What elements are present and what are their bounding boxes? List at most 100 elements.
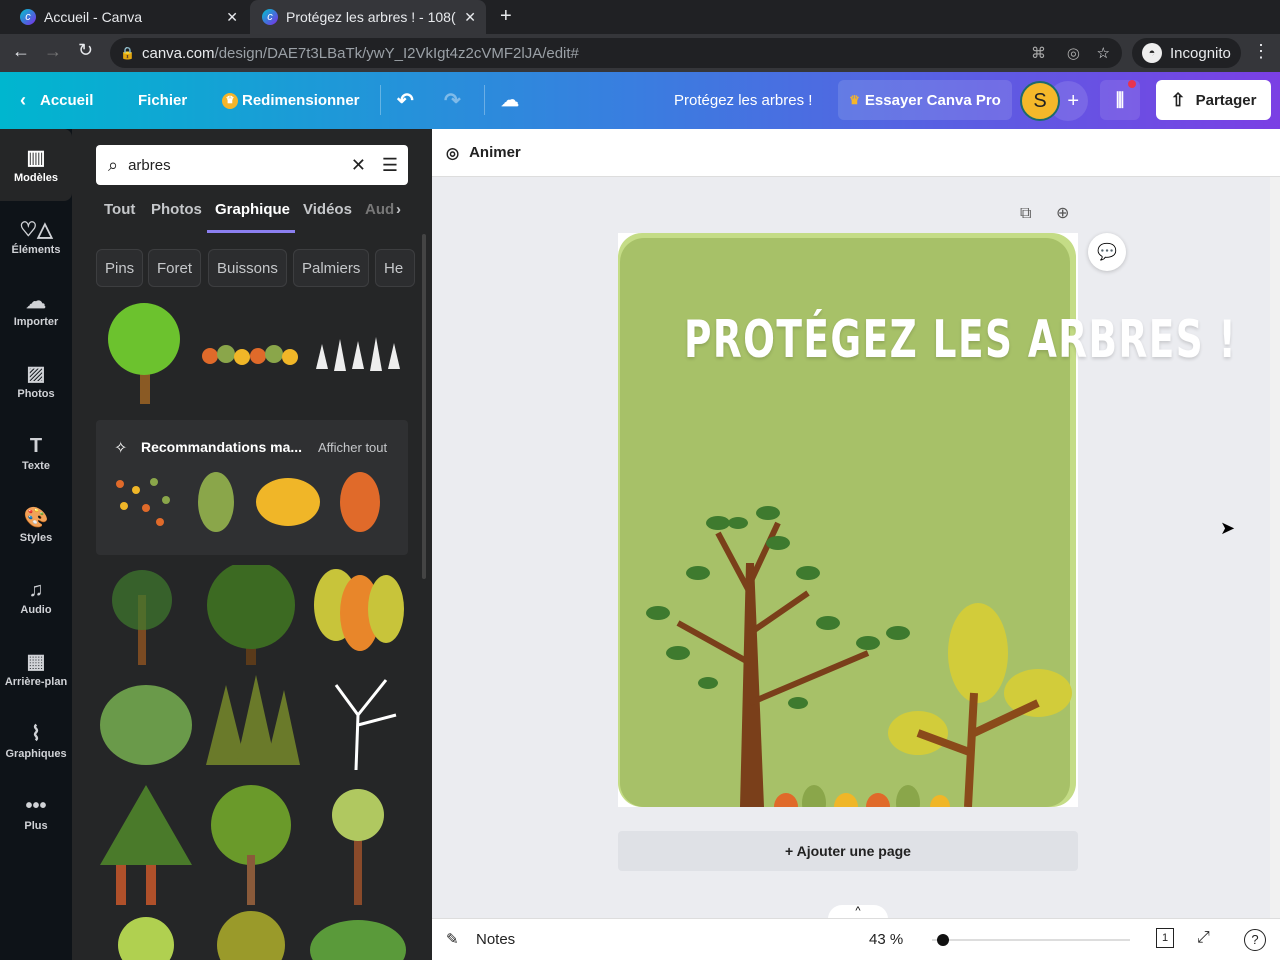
design-page[interactable]: PROTÉGEZ LES ARBRES ! <box>618 233 1236 821</box>
yellow-leaf-graphic <box>256 478 320 526</box>
filter-icon[interactable]: ☰ <box>382 155 398 176</box>
resize-button[interactable]: ♛ Redimensionner <box>222 72 360 129</box>
search-input[interactable]: ⌕ arbres ✕ ☰ <box>96 145 408 185</box>
rail-item-7[interactable]: ▦ Arrière-plan <box>0 633 72 705</box>
new-tab-icon[interactable]: + <box>500 5 512 28</box>
divider <box>380 85 381 115</box>
rail-label: Importer <box>13 315 59 328</box>
show-all-link[interactable]: Afficher tout <box>318 440 387 455</box>
rail-item-3[interactable]: ▨ Photos <box>0 345 72 417</box>
rail-item-1[interactable]: ♡△ Éléments <box>0 201 72 273</box>
fullscreen-icon[interactable]: ⤢ <box>1197 929 1210 947</box>
tab-photos[interactable]: Photos <box>151 201 202 218</box>
document-title[interactable]: Protégez les arbres ! <box>674 72 812 129</box>
clear-icon[interactable]: ✕ <box>351 155 366 176</box>
graphics-row-1[interactable] <box>96 299 408 409</box>
reco-title: Recommandations ma... <box>141 439 303 455</box>
incognito-badge[interactable]: ◓ Incognito <box>1132 38 1241 68</box>
graphics-grid[interactable] <box>96 565 408 960</box>
zoom-slider-handle[interactable] <box>937 934 949 946</box>
rail-item-9[interactable]: ••• Plus <box>0 777 72 849</box>
tab-title: Accueil - Canva <box>44 9 143 25</box>
browser-tab-bar: c Accueil - Canva ✕ c Protégez les arbres !… <box>0 0 1280 34</box>
comment-icon[interactable]: 💬 <box>1088 233 1126 271</box>
autumn-trees-graphic[interactable] <box>202 345 298 365</box>
recommendations-section: ✧ Recommandations ma... Afficher tout <box>96 420 408 555</box>
redo-icon[interactable]: ↷ <box>444 72 461 129</box>
try-pro-button[interactable]: ♛ Essayer Canva Pro <box>838 80 1012 120</box>
rail-item-8[interactable]: ⌇ Graphiques <box>0 705 72 777</box>
reco-graphics[interactable] <box>106 470 396 540</box>
side-rail: ▥ Modèles ♡△ Éléments ☁ Importer ▨ Photos T Texte… <box>0 129 72 960</box>
add-page-button[interactable]: + Ajouter une page <box>618 831 1078 871</box>
pine-forest-graphic[interactable] <box>316 337 400 371</box>
chip-foret[interactable]: Foret <box>148 249 202 287</box>
zoom-level[interactable]: 43 % <box>869 931 903 948</box>
oak-tree-graphic <box>207 565 295 665</box>
url-input[interactable]: 🔒 canva.com/design/DAE7t3LBaTk/ywY_I2VkIg… <box>110 38 1122 68</box>
panel-scrollbar[interactable] <box>422 234 426 579</box>
page-count[interactable]: 1 <box>1156 928 1174 948</box>
help-icon[interactable]: ? <box>1244 929 1266 951</box>
reload-icon[interactable]: ↻ <box>78 40 93 61</box>
tab-videos[interactable]: Vidéos <box>303 201 352 218</box>
rail-icon: T <box>29 434 43 457</box>
profile-label: Incognito <box>1170 44 1231 62</box>
tall-tree-graphic <box>332 789 384 905</box>
translate-icon[interactable]: ⌘ <box>1031 44 1046 62</box>
duplicate-page-icon[interactable]: ⧉ <box>1020 205 1031 223</box>
pine-trees-graphic <box>206 675 300 765</box>
canva-favicon-icon: c <box>262 9 278 25</box>
rail-label: Arrière-plan <box>4 675 68 688</box>
chip-pins[interactable]: Pins <box>96 249 144 287</box>
undo-icon[interactable]: ↶ <box>397 72 414 129</box>
animate-button[interactable]: Animer <box>469 144 521 161</box>
analytics-icon[interactable]: ⫼ <box>1100 80 1140 120</box>
cloud-saved-icon[interactable]: ☁ <box>501 72 519 129</box>
rail-item-0[interactable]: ▥ Modèles <box>0 129 72 201</box>
chip-buissons[interactable]: Buissons <box>208 249 287 287</box>
rail-label: Plus <box>24 819 48 832</box>
tracking-icon[interactable]: ◎ <box>1067 44 1080 62</box>
tab-design[interactable]: c Protégez les arbres ! - 108(✕ <box>250 0 486 34</box>
vertical-scrollbar[interactable] <box>1270 177 1280 918</box>
chip-palmiers[interactable]: Palmiers <box>293 249 370 287</box>
chevron-left-icon: ‹ <box>20 90 26 110</box>
crown-icon: ♛ <box>222 92 238 109</box>
animate-toolbar: ◎ Animer <box>432 129 1280 177</box>
add-page-icon[interactable]: ⊕ <box>1056 203 1069 223</box>
close-tab-icon[interactable]: ✕ <box>226 9 238 26</box>
chip-more[interactable]: He <box>375 249 415 287</box>
more-trees-graphic <box>118 911 406 960</box>
rail-icon: ▦ <box>26 650 46 673</box>
share-button[interactable]: ⇧ Partager <box>1156 80 1271 120</box>
design-title-text[interactable]: PROTÉGEZ LES ARBRES ! <box>684 303 1236 377</box>
menu-icon[interactable]: ⋮ <box>1252 41 1270 62</box>
file-menu[interactable]: Fichier <box>138 72 187 129</box>
close-tab-icon[interactable]: ✕ <box>464 9 476 26</box>
tab-tout[interactable]: Tout <box>104 201 135 218</box>
expand-pages-icon[interactable]: ^ <box>828 905 888 919</box>
back-icon[interactable]: ← <box>12 41 30 62</box>
bare-tree-graphic <box>334 679 397 771</box>
zoom-slider[interactable] <box>932 934 1130 946</box>
rail-label: Modèles <box>13 171 58 184</box>
autumn-trees-graphic <box>314 569 404 651</box>
rail-item-2[interactable]: ☁ Importer <box>0 273 72 345</box>
notes-button[interactable]: Notes <box>476 931 515 948</box>
chevron-right-icon[interactable]: › <box>396 201 401 218</box>
rail-item-6[interactable]: ♫ Audio <box>0 561 72 633</box>
tab-accueil[interactable]: c Accueil - Canva ✕ <box>8 0 248 34</box>
avatar[interactable]: S <box>1020 81 1060 121</box>
tab-audio[interactable]: Aud <box>365 201 394 218</box>
forward-icon[interactable]: → <box>44 41 62 62</box>
tree-graphic[interactable] <box>108 303 180 404</box>
rail-item-5[interactable]: 🎨 Styles <box>0 489 72 561</box>
editor-footer: ✎ Notes 43 % 1 ⤢ ? <box>432 918 1280 960</box>
rail-label: Audio <box>20 603 52 616</box>
rail-item-4[interactable]: T Texte <box>0 417 72 489</box>
rail-icon: ♫ <box>28 578 44 601</box>
tab-graphique[interactable]: Graphique <box>215 201 290 218</box>
home-button[interactable]: ‹ Accueil <box>20 72 93 129</box>
star-icon[interactable]: ☆ <box>1097 44 1110 62</box>
